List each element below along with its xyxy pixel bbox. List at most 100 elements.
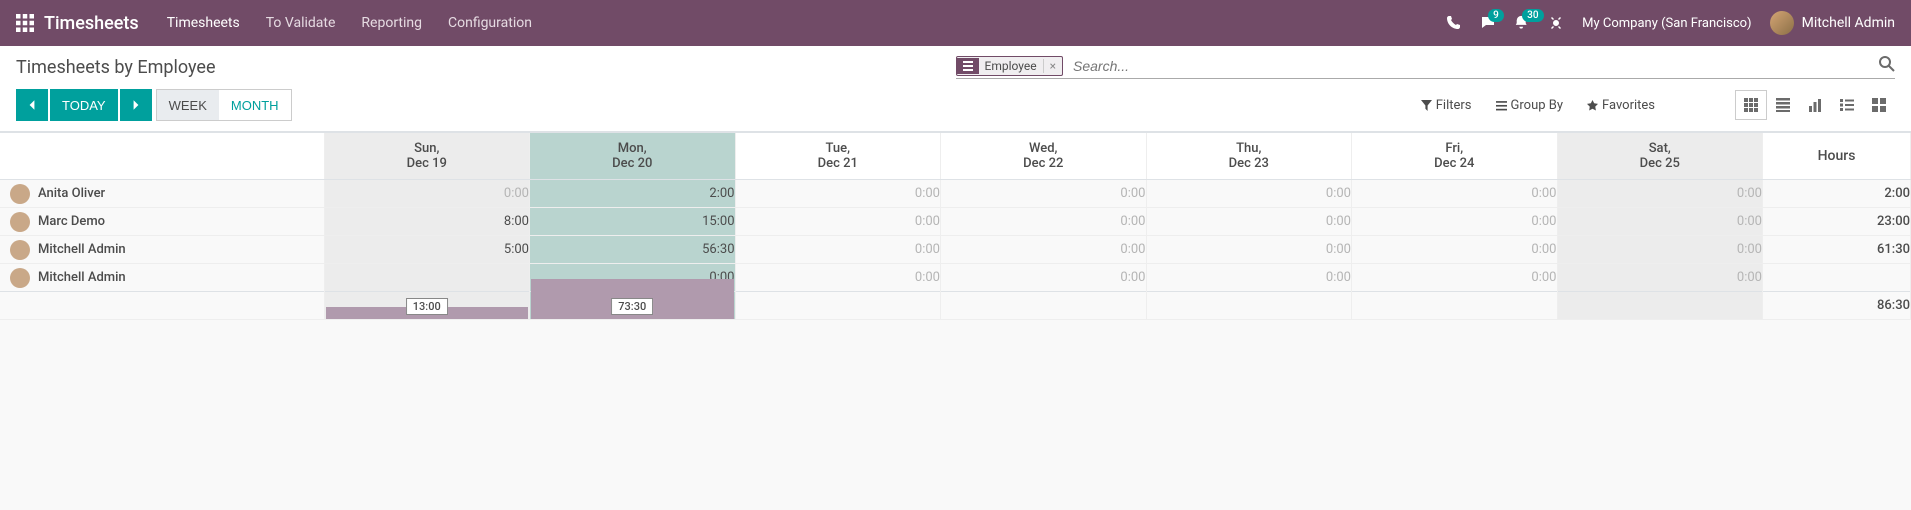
col-total-cell: [735, 292, 941, 320]
hours-cell[interactable]: 0:00: [1352, 264, 1558, 292]
hours-cell[interactable]: 0:00: [1557, 236, 1763, 264]
hours-cell[interactable]: 0:00: [735, 236, 941, 264]
hours-cell[interactable]: 0:00: [1352, 236, 1558, 264]
hours-cell[interactable]: 0:00: [735, 208, 941, 236]
col-total-label: 13:00: [406, 298, 448, 315]
col-total-label: 73:30: [611, 298, 653, 315]
table-row: Marc Demo8:0015:000:000:000:000:000:0023…: [0, 208, 1911, 236]
hours-cell[interactable]: 5:00: [324, 236, 530, 264]
search-options: Filters Group By Favorites: [1421, 98, 1655, 113]
col-total-cell: [1557, 292, 1763, 320]
activity-icon[interactable]: 30: [1514, 15, 1530, 31]
hours-cell[interactable]: 0:00: [735, 180, 941, 208]
col-employee-header: [0, 133, 324, 180]
hours-cell[interactable]: 0:00: [1557, 180, 1763, 208]
timesheet-grid: Sun,Dec 19Mon,Dec 20Tue,Dec 21Wed,Dec 22…: [0, 132, 1911, 320]
nav-item-configuration[interactable]: Configuration: [448, 15, 532, 31]
nav-item-timesheets[interactable]: Timesheets: [167, 15, 240, 31]
hours-cell[interactable]: 0:00: [1146, 236, 1352, 264]
apps-icon[interactable]: [16, 14, 34, 32]
employee-cell[interactable]: Marc Demo: [0, 212, 324, 232]
col-total-cell: [941, 292, 1147, 320]
debug-icon[interactable]: [1548, 15, 1564, 31]
prev-button[interactable]: [16, 89, 48, 121]
hours-cell[interactable]: 0:00: [1352, 208, 1558, 236]
col-total-cell: [1352, 292, 1558, 320]
nav-menu: Timesheets To Validate Reporting Configu…: [167, 15, 532, 31]
row-total: 61:30: [1763, 236, 1911, 264]
hours-cell[interactable]: [324, 264, 530, 292]
favorites-dropdown[interactable]: Favorites: [1587, 98, 1655, 113]
avatar-icon: [10, 240, 30, 260]
view-graph[interactable]: [1799, 90, 1831, 120]
search-icon[interactable]: [1879, 56, 1895, 76]
hours-cell[interactable]: 0:00: [1557, 208, 1763, 236]
view-kanban-list[interactable]: [1831, 90, 1863, 120]
employee-cell[interactable]: Mitchell Admin: [0, 240, 324, 260]
nav-item-reporting[interactable]: Reporting: [361, 15, 422, 31]
phone-icon[interactable]: [1446, 15, 1462, 31]
col-total-cell: 13:00: [324, 292, 530, 320]
table-row: Anita Oliver0:002:000:000:000:000:000:00…: [0, 180, 1911, 208]
today-button[interactable]: TODAY: [50, 89, 118, 121]
hours-cell[interactable]: 0:00: [1146, 180, 1352, 208]
col-day-header: Sat,Dec 25: [1557, 133, 1763, 180]
date-navigation: TODAY WEEK MONTH: [16, 89, 292, 121]
col-day-header: Fri,Dec 24: [1352, 133, 1558, 180]
employee-name: Mitchell Admin: [38, 270, 126, 285]
hours-cell[interactable]: 0:00: [941, 208, 1147, 236]
hours-cell[interactable]: 56:30: [530, 236, 736, 264]
filters-dropdown[interactable]: Filters: [1421, 98, 1472, 113]
hours-cell[interactable]: 0:00: [735, 264, 941, 292]
groupby-dropdown[interactable]: Group By: [1496, 98, 1564, 113]
facet-remove[interactable]: ×: [1043, 59, 1062, 73]
company-switcher[interactable]: My Company (San Francisco): [1582, 16, 1751, 31]
hours-cell[interactable]: 0:00: [941, 180, 1147, 208]
employee-name: Anita Oliver: [38, 186, 105, 201]
avatar-icon: [10, 184, 30, 204]
facet-label: Employee: [979, 57, 1043, 75]
search-input[interactable]: [1069, 56, 1879, 76]
employee-cell[interactable]: Anita Oliver: [0, 184, 324, 204]
col-day-header: Wed,Dec 22: [941, 133, 1147, 180]
activity-badge: 30: [1522, 9, 1543, 22]
nav-item-validate[interactable]: To Validate: [266, 15, 336, 31]
view-grid[interactable]: [1735, 90, 1767, 120]
hours-cell[interactable]: 15:00: [530, 208, 736, 236]
avatar-icon: [10, 212, 30, 232]
view-list[interactable]: [1767, 90, 1799, 120]
employee-name: Marc Demo: [38, 214, 105, 229]
hours-cell[interactable]: 0:00: [1557, 264, 1763, 292]
employee-cell[interactable]: Mitchell Admin: [0, 268, 324, 288]
hours-cell[interactable]: 0:00: [941, 264, 1147, 292]
user-name: Mitchell Admin: [1802, 15, 1895, 31]
hours-cell[interactable]: 0:00: [1146, 208, 1352, 236]
app-brand[interactable]: Timesheets: [44, 13, 139, 34]
hours-cell[interactable]: 8:00: [324, 208, 530, 236]
top-navbar: Timesheets Timesheets To Validate Report…: [0, 0, 1911, 46]
table-row: Mitchell Admin0:000:000:000:000:000:00: [0, 264, 1911, 292]
avatar-icon: [10, 268, 30, 288]
col-day-header: Sun,Dec 19: [324, 133, 530, 180]
hours-cell[interactable]: 0:00: [1352, 180, 1558, 208]
row-total: 2:00: [1763, 180, 1911, 208]
page-title: Timesheets by Employee: [16, 57, 216, 78]
hours-cell[interactable]: 2:00: [530, 180, 736, 208]
table-row: Mitchell Admin5:0056:300:000:000:000:000…: [0, 236, 1911, 264]
next-button[interactable]: [120, 89, 152, 121]
search-bar[interactable]: Employee ×: [956, 56, 1896, 79]
hours-cell[interactable]: 0:00: [941, 236, 1147, 264]
view-switcher: [1735, 90, 1895, 120]
view-kanban[interactable]: [1863, 90, 1895, 120]
discuss-icon[interactable]: 9: [1480, 15, 1496, 31]
col-total-cell: [1146, 292, 1352, 320]
hours-cell[interactable]: 0:00: [324, 180, 530, 208]
user-menu[interactable]: Mitchell Admin: [1770, 11, 1895, 35]
scale-month[interactable]: MONTH: [219, 90, 291, 120]
avatar-icon: [1770, 11, 1794, 35]
row-total: [1763, 264, 1911, 292]
col-day-header: Thu,Dec 23: [1146, 133, 1352, 180]
col-total-cell: 73:30: [530, 292, 736, 320]
hours-cell[interactable]: 0:00: [1146, 264, 1352, 292]
scale-week[interactable]: WEEK: [157, 90, 219, 120]
